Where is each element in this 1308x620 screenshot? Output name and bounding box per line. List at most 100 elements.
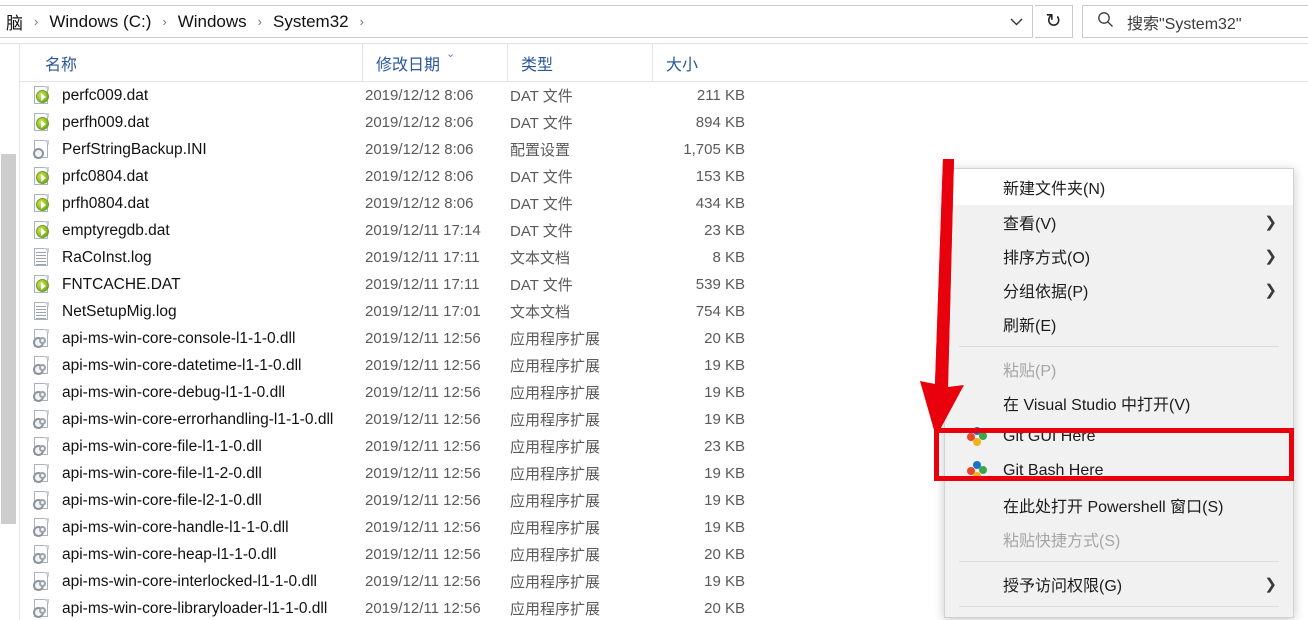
menu-separator xyxy=(959,561,1279,562)
file-name: api-ms-win-core-errorhandling-l1-1-0.dll xyxy=(62,410,334,428)
file-size: 19 KB xyxy=(704,492,745,509)
search-icon xyxy=(1097,11,1117,33)
menu-separator xyxy=(959,606,1279,607)
file-type: 配置设置 xyxy=(510,142,571,159)
file-name: PerfStringBackup.INI xyxy=(62,140,207,158)
file-date: 2019/12/12 8:06 xyxy=(365,114,474,131)
breadcrumb-item[interactable]: 脑 xyxy=(2,9,27,34)
menu-item[interactable]: 在此处打开 Powershell 窗口(S) xyxy=(945,488,1293,522)
file-size: 153 KB xyxy=(695,168,745,185)
breadcrumb-item[interactable]: Windows xyxy=(174,12,251,32)
dll-file-icon xyxy=(32,544,52,565)
menu-item-label: 在此处打开 Powershell 窗口(S) xyxy=(1003,499,1224,516)
dll-file-icon xyxy=(32,571,52,592)
breadcrumb-item[interactable]: Windows (C:) xyxy=(45,12,155,32)
file-size: 754 KB xyxy=(695,303,745,320)
file-name: api-ms-win-core-file-l1-2-0.dll xyxy=(62,464,262,482)
file-date: 2019/12/11 12:56 xyxy=(365,465,481,482)
explorer-window: 脑 › Windows (C:) › Windows › System32 › ↻ 搜索"Sy… xyxy=(0,0,1308,620)
red-down-arrow xyxy=(920,159,964,437)
file-icon-cell xyxy=(32,112,54,133)
column-header-row: 名称 修改日期 ⌄ 类型 大小 xyxy=(20,44,1308,82)
column-header[interactable]: 类型 xyxy=(507,44,652,82)
file-name: api-ms-win-core-interlocked-l1-1-0.dll xyxy=(62,572,317,590)
column-header[interactable]: 修改日期 ⌄ xyxy=(362,44,507,82)
breadcrumb-item[interactable]: System32 xyxy=(269,12,353,32)
breadcrumb-separator-icon: › xyxy=(162,14,167,29)
dat-file-icon xyxy=(32,274,52,295)
file-size: 20 KB xyxy=(704,600,745,617)
address-bar: 脑 › Windows (C:) › Windows › System32 › ↻ 搜索"Sy… xyxy=(0,0,1308,43)
cfg-file-icon xyxy=(32,139,52,160)
txt-file-icon xyxy=(32,247,52,268)
search-input[interactable]: 搜索"System32" xyxy=(1082,5,1308,38)
file-name: api-ms-win-core-console-l1-1-0.dll xyxy=(62,329,296,347)
file-icon-cell xyxy=(32,85,54,106)
file-date: 2019/12/11 17:11 xyxy=(365,249,480,266)
file-icon-cell xyxy=(32,409,54,430)
file-icon-cell xyxy=(32,571,54,592)
file-date: 2019/12/11 12:56 xyxy=(365,384,481,401)
file-size: 894 KB xyxy=(695,114,745,131)
menu-item[interactable]: 授予访问权限(G) ❯ xyxy=(945,567,1293,601)
file-size: 434 KB xyxy=(695,195,745,212)
file-date: 2019/12/11 12:56 xyxy=(365,519,481,536)
file-date: 2019/12/12 8:06 xyxy=(365,141,474,158)
file-type: DAT 文件 xyxy=(510,223,573,240)
file-type: DAT 文件 xyxy=(510,115,573,132)
chevron-down-icon[interactable] xyxy=(1000,5,1033,38)
search-placeholder: 搜索"System32" xyxy=(1127,15,1242,33)
dat-file-icon xyxy=(32,112,52,133)
file-icon-cell xyxy=(32,490,54,511)
file-size: 211 KB xyxy=(696,87,745,104)
dat-file-icon xyxy=(32,193,52,214)
file-icon-cell xyxy=(32,382,54,403)
menu-item: 粘贴快捷方式(S) xyxy=(945,522,1293,556)
chevron-right-icon: ❯ xyxy=(1264,248,1277,265)
file-name: NetSetupMig.log xyxy=(62,302,177,320)
file-size: 8 KB xyxy=(712,249,745,266)
dll-file-icon xyxy=(32,355,52,376)
breadcrumb[interactable]: 脑 › Windows (C:) › Windows › System32 › xyxy=(0,5,371,38)
breadcrumb-separator-icon: › xyxy=(257,14,263,29)
file-date: 2019/12/11 12:56 xyxy=(365,357,481,374)
column-header-label: 名称 xyxy=(45,57,78,74)
column-header-label: 修改日期 xyxy=(376,57,441,74)
column-header[interactable]: 名称 xyxy=(32,44,362,82)
file-icon-cell xyxy=(32,193,54,214)
file-name: api-ms-win-core-debug-l1-1-0.dll xyxy=(62,383,286,401)
breadcrumb-separator-icon: › xyxy=(34,14,39,29)
file-date: 2019/12/12 8:06 xyxy=(365,168,474,185)
vertical-scrollbar[interactable] xyxy=(0,44,17,620)
file-size: 19 KB xyxy=(704,465,745,482)
dll-file-icon xyxy=(32,382,52,403)
file-date: 2019/12/11 12:56 xyxy=(365,411,481,428)
file-type: DAT 文件 xyxy=(510,277,573,294)
table-row[interactable]: perfh009.dat 2019/12/12 8:06 DAT 文件 894 KB xyxy=(20,109,1308,136)
dat-file-icon xyxy=(32,166,52,187)
file-icon-cell xyxy=(32,598,54,619)
scrollbar-thumb[interactable] xyxy=(1,154,16,524)
file-size: 23 KB xyxy=(704,222,745,239)
dll-file-icon xyxy=(32,328,52,349)
file-name: api-ms-win-core-libraryloader-l1-1-0.dll xyxy=(62,599,328,617)
refresh-button[interactable]: ↻ xyxy=(1035,5,1073,38)
file-icon-cell xyxy=(32,274,54,295)
menu-item[interactable]: 新建(W)❯ xyxy=(945,612,1293,620)
file-name: api-ms-win-core-handle-l1-1-0.dll xyxy=(62,518,289,536)
file-date: 2019/12/11 12:56 xyxy=(365,492,481,509)
table-row[interactable]: PerfStringBackup.INI 2019/12/12 8:06 配置设置 1… xyxy=(20,136,1308,163)
file-type: DAT 文件 xyxy=(510,88,573,105)
table-row[interactable]: perfc009.dat 2019/12/12 8:06 DAT 文件 211 KB xyxy=(20,82,1308,109)
file-icon-cell xyxy=(32,247,54,268)
column-header[interactable]: 大小 xyxy=(652,44,752,82)
file-type: 文本文档 xyxy=(510,304,571,321)
file-icon-cell xyxy=(32,436,54,457)
txt-file-icon xyxy=(32,301,52,322)
dll-file-icon xyxy=(32,463,52,484)
menu-item-label: 粘贴快捷方式(S) xyxy=(1003,533,1121,550)
dll-file-icon xyxy=(32,409,52,430)
file-name: perfc009.dat xyxy=(62,86,149,104)
file-size: 20 KB xyxy=(704,330,745,347)
file-size: 20 KB xyxy=(704,546,745,563)
